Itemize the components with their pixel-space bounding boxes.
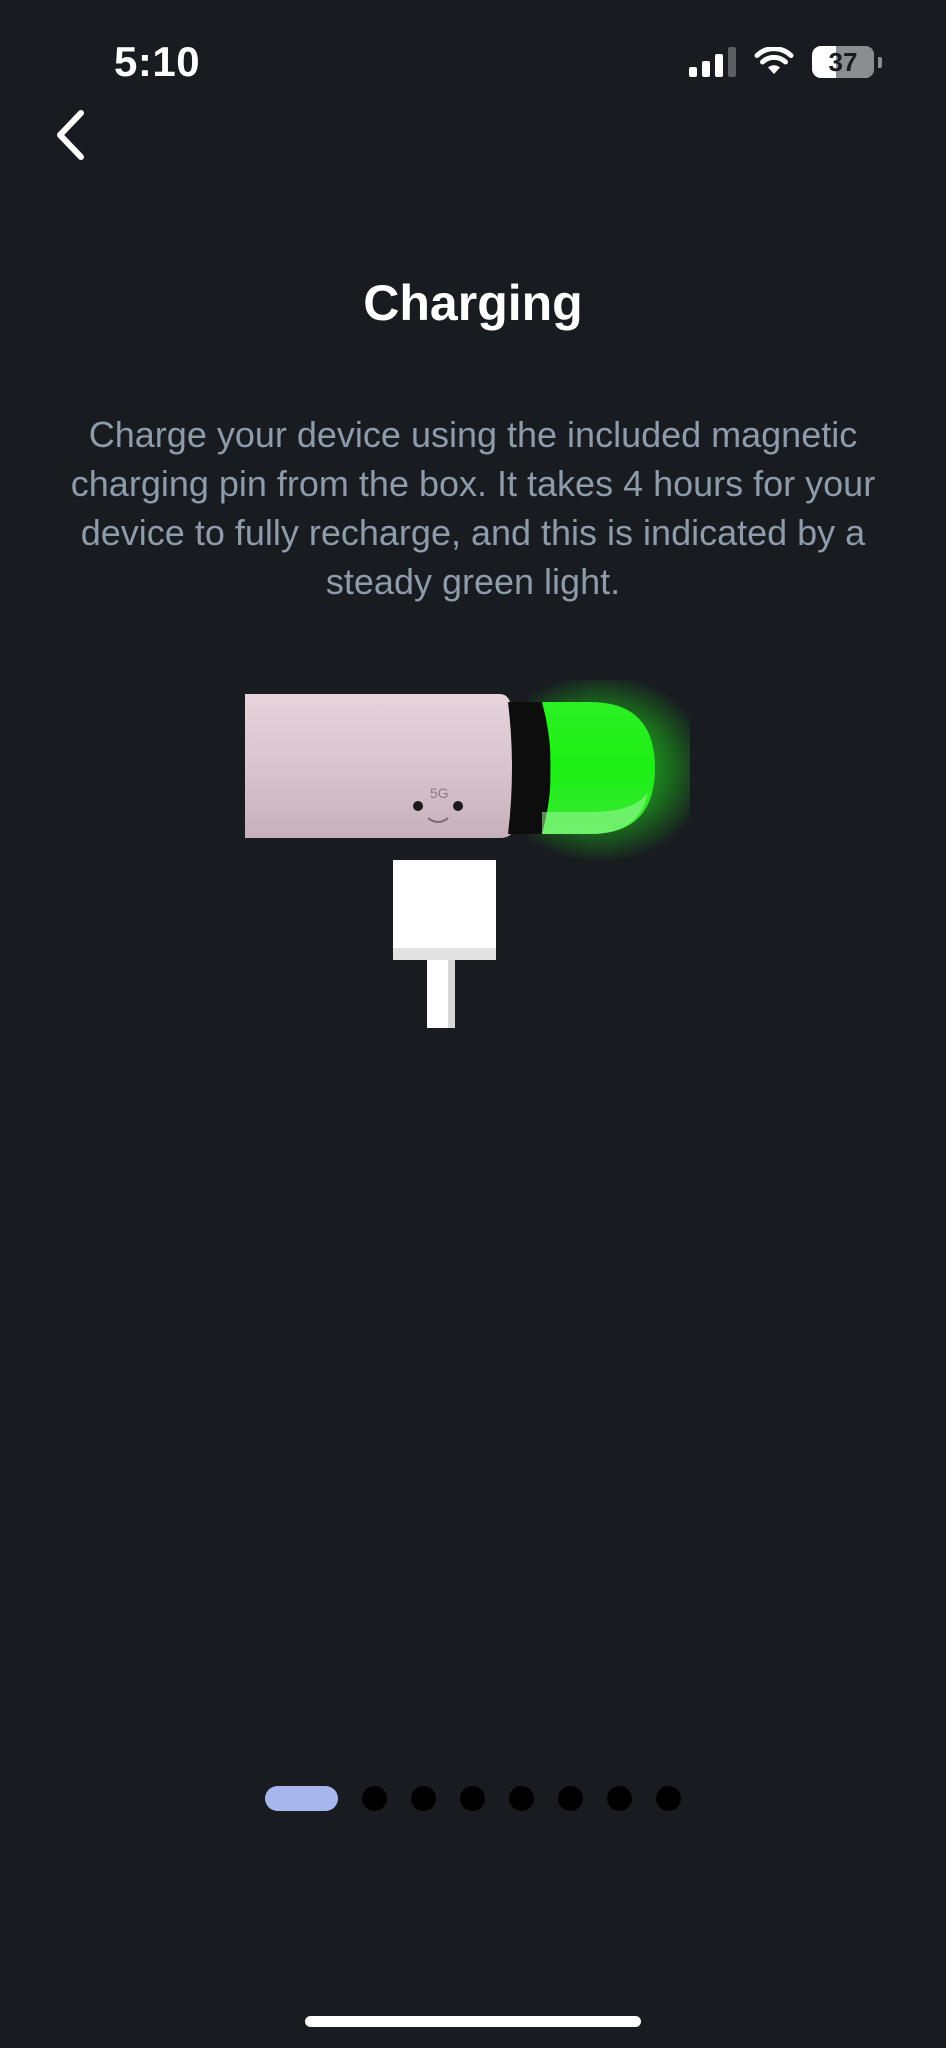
charger-head	[393, 860, 496, 960]
home-indicator[interactable]	[305, 2016, 641, 2027]
wifi-icon	[754, 47, 794, 77]
page-dot-7[interactable]	[607, 1786, 632, 1811]
page-dot-4[interactable]	[460, 1786, 485, 1811]
device-charging-graphic: 5G	[245, 673, 710, 1028]
page-indicator	[0, 1786, 946, 1811]
cellular-signal-icon	[689, 47, 736, 77]
page-dot-2[interactable]	[362, 1786, 387, 1811]
page-dot-1[interactable]	[265, 1786, 338, 1811]
svg-text:5G: 5G	[430, 785, 449, 801]
charging-illustration: 5G	[230, 673, 710, 1040]
page-title: Charging	[363, 275, 583, 331]
status-icons: 37	[689, 44, 882, 80]
page-description: Charge your device using the included ma…	[70, 414, 876, 602]
page-dot-6[interactable]	[558, 1786, 583, 1811]
page-dot-8[interactable]	[656, 1786, 681, 1811]
back-button[interactable]	[40, 100, 100, 170]
device-body	[245, 694, 512, 838]
battery-icon: 37	[812, 46, 874, 78]
status-time: 5:10	[114, 38, 201, 85]
page-dot-5[interactable]	[509, 1786, 534, 1811]
page-dot-3[interactable]	[411, 1786, 436, 1811]
battery-nub	[878, 56, 882, 68]
chevron-left-icon	[57, 110, 84, 160]
battery-level: 37	[828, 46, 858, 77]
status-bar: 5:10 37	[0, 0, 946, 120]
